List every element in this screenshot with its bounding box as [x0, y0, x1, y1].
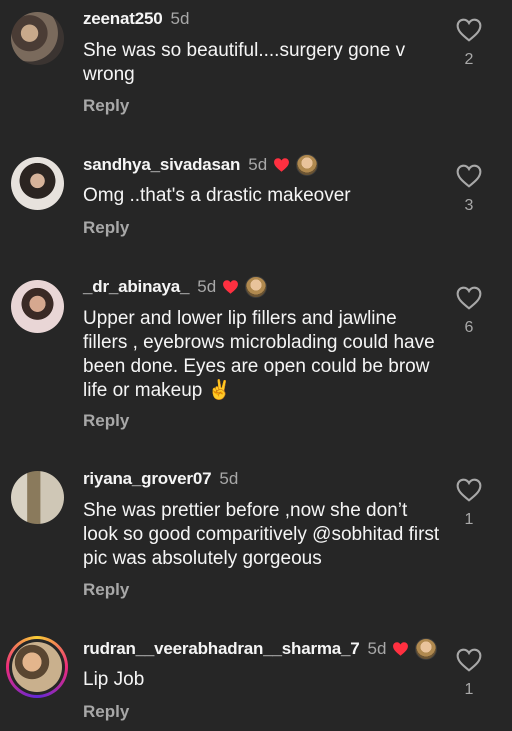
avatar[interactable]	[11, 157, 64, 210]
reply-button[interactable]: Reply	[83, 411, 129, 431]
heart-outline-icon	[456, 18, 482, 42]
like-count: 2	[464, 51, 474, 68]
heart-outline-icon	[456, 648, 482, 672]
comment-timestamp: 5d	[219, 469, 239, 488]
reply-button[interactable]: Reply	[83, 702, 129, 722]
comment-text: Lip Job	[83, 669, 145, 690]
like-count: 6	[464, 319, 474, 336]
heart-outline-icon	[456, 164, 482, 188]
red-heart-icon	[274, 158, 290, 172]
avatar[interactable]	[11, 280, 64, 333]
reply-button[interactable]: Reply	[83, 218, 129, 238]
comment-timestamp: 5d	[367, 639, 387, 658]
heart-outline-icon	[456, 478, 482, 502]
comment-username[interactable]: rudran__veerabhadran__sharma_7	[83, 639, 360, 659]
story-ring-gap	[9, 639, 65, 695]
comment-text: She was prettier before ,now she don’t l…	[83, 500, 440, 569]
comment-username[interactable]: riyana_grover07	[83, 469, 212, 489]
like-button[interactable]: 6	[455, 286, 483, 337]
avatar[interactable]	[11, 471, 64, 524]
avatar-image	[12, 642, 62, 692]
avatar[interactable]	[11, 12, 64, 65]
like-count: 1	[464, 511, 474, 528]
comment-timestamp: 5d	[170, 9, 190, 28]
comment-timestamp: 5d	[197, 277, 217, 296]
red-heart-icon	[393, 642, 409, 656]
like-button[interactable]: 2	[455, 18, 483, 69]
reply-button[interactable]: Reply	[83, 96, 129, 116]
comment-username[interactable]: zeenat250	[83, 9, 163, 29]
comment-text: Omg ..that's a drastic makeover	[83, 185, 351, 206]
like-count: 1	[464, 681, 474, 698]
comment-timestamp: 5d	[248, 155, 268, 174]
comment-text: Upper and lower lip fillers and jawline …	[83, 308, 435, 401]
comment-username[interactable]: _dr_abinaya_	[83, 277, 189, 297]
like-count: 3	[464, 197, 474, 214]
creator-avatar	[245, 276, 268, 298]
like-button[interactable]: 1	[455, 478, 483, 529]
avatar[interactable]	[6, 636, 68, 698]
like-button[interactable]: 3	[455, 164, 483, 215]
comment-username[interactable]: sandhya_sivadasan	[83, 155, 240, 175]
creator-avatar	[296, 154, 319, 176]
comment-text: She was so beautiful....surgery gone v w…	[83, 40, 406, 85]
heart-outline-icon	[456, 286, 482, 310]
red-heart-icon	[223, 280, 239, 294]
like-button[interactable]: 1	[455, 648, 483, 699]
reply-button[interactable]: Reply	[83, 580, 129, 600]
creator-avatar	[415, 638, 438, 660]
